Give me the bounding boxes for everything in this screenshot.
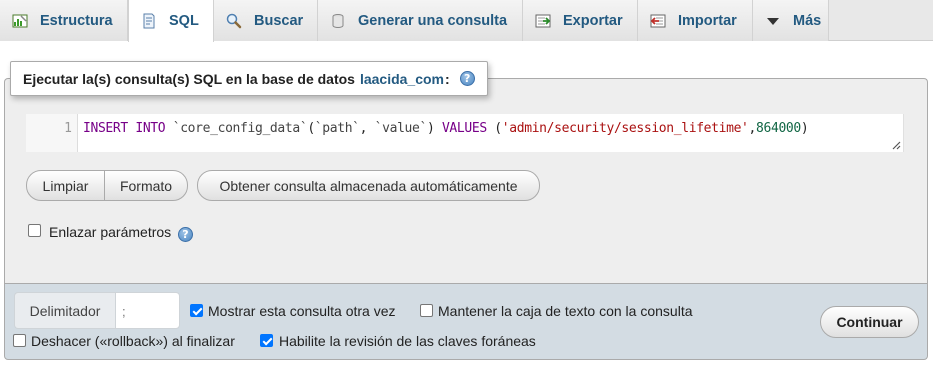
sql-identifier: `core_config_data` bbox=[165, 121, 308, 136]
tab-buscar[interactable]: Buscar bbox=[214, 0, 318, 41]
triangle-down-icon bbox=[765, 13, 781, 29]
import-icon bbox=[650, 13, 666, 29]
foreign-key-checks-checkbox[interactable] bbox=[260, 334, 273, 347]
sql-punct: , bbox=[748, 121, 757, 136]
sql-editor[interactable]: 1 INSERT INTO `core_config_data`(`path`,… bbox=[26, 114, 904, 152]
rollback-checkbox[interactable] bbox=[13, 334, 26, 347]
tab-label: Exportar bbox=[563, 12, 623, 29]
bind-parameters-label[interactable]: Enlazar parámetros bbox=[49, 224, 171, 240]
tab-bar: Estructura SQL Buscar Generar una consul… bbox=[0, 0, 933, 42]
tab-importar[interactable]: Importar bbox=[638, 0, 753, 41]
tab-exportar[interactable]: Exportar bbox=[523, 0, 638, 41]
foreign-key-checks-label[interactable]: Habilite la revisión de las claves forán… bbox=[279, 333, 536, 349]
tab-sql[interactable]: SQL bbox=[128, 0, 214, 42]
tab-label: Estructura bbox=[40, 12, 113, 29]
tab-estructura[interactable]: Estructura bbox=[0, 0, 128, 41]
tab-label: Buscar bbox=[254, 12, 304, 29]
delimiter-label: Delimitador bbox=[14, 292, 115, 329]
sql-punct: ) bbox=[426, 121, 442, 136]
resize-handle-icon[interactable] bbox=[891, 140, 901, 150]
retain-query-box-label[interactable]: Mantener la caja de texto con la consult… bbox=[438, 303, 693, 319]
export-icon bbox=[535, 13, 551, 29]
get-autosaved-query-button[interactable]: Obtener consulta almacenada automáticame… bbox=[197, 170, 540, 201]
sql-punct: ) bbox=[800, 121, 809, 136]
help-icon[interactable]: ? bbox=[178, 227, 193, 242]
search-icon bbox=[226, 13, 242, 29]
bind-parameters-checkbox[interactable] bbox=[28, 224, 41, 237]
rollback-label[interactable]: Deshacer («rollback») al finalizar bbox=[31, 333, 235, 349]
clear-button[interactable]: Limpiar bbox=[26, 170, 105, 201]
sql-code-line[interactable]: INSERT INTO `core_config_data`(`path`, `… bbox=[83, 121, 809, 136]
retain-query-box-checkbox[interactable] bbox=[420, 304, 433, 317]
database-link[interactable]: laacida_com bbox=[360, 71, 444, 87]
structure-icon bbox=[12, 13, 28, 29]
format-button[interactable]: Formato bbox=[104, 170, 188, 201]
legend-text: Ejecutar la(s) consulta(s) SQL en la bas… bbox=[23, 70, 355, 87]
tab-label: Generar una consulta bbox=[358, 12, 508, 29]
show-query-checkbox[interactable] bbox=[190, 304, 203, 317]
sql-identifier: `value` bbox=[374, 121, 428, 136]
query-icon bbox=[330, 13, 346, 29]
sql-keyword: VALUES bbox=[441, 121, 487, 136]
sql-identifier: `path` bbox=[314, 121, 360, 136]
legend-colon: : bbox=[445, 70, 450, 87]
tab-mas[interactable]: Más bbox=[753, 0, 829, 41]
sql-keyword: INSERT INTO bbox=[83, 121, 166, 136]
sql-punct: ( bbox=[307, 121, 315, 136]
tab-label: Más bbox=[793, 12, 822, 29]
tab-label: SQL bbox=[169, 13, 199, 29]
line-number: 1 bbox=[26, 114, 78, 152]
show-query-label[interactable]: Mostrar esta consulta otra vez bbox=[208, 303, 396, 319]
sql-number: 864000 bbox=[756, 121, 801, 136]
sql-icon bbox=[141, 13, 157, 29]
panel-legend: Ejecutar la(s) consulta(s) SQL en la bas… bbox=[10, 61, 488, 96]
sql-string: 'admin/security/session_lifetime' bbox=[501, 121, 749, 136]
tab-label: Importar bbox=[678, 12, 737, 29]
tab-generar-consulta[interactable]: Generar una consulta bbox=[318, 0, 523, 41]
sql-punct: ( bbox=[486, 121, 502, 136]
go-button[interactable]: Continuar bbox=[820, 306, 919, 338]
sql-punct: , bbox=[359, 121, 375, 136]
help-icon[interactable]: ? bbox=[459, 71, 475, 86]
delimiter-input[interactable]: ; bbox=[115, 292, 180, 329]
